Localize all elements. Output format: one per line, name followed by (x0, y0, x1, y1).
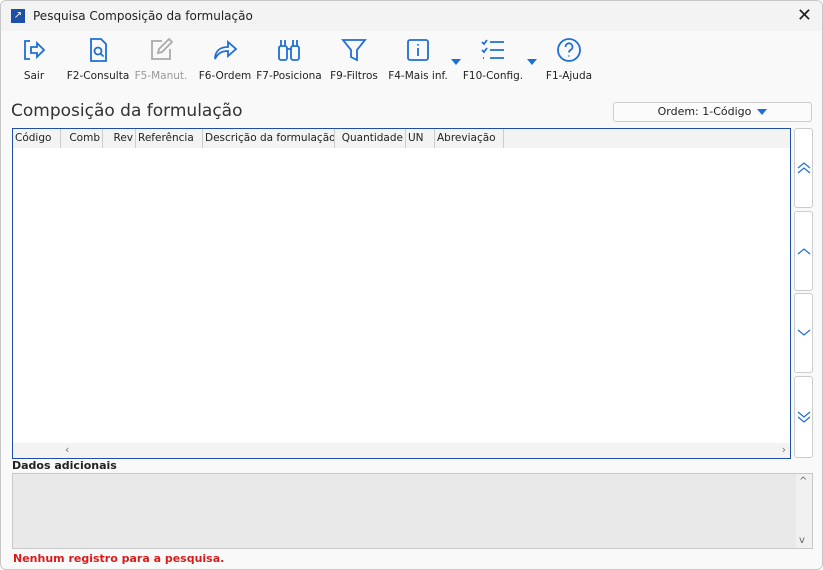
help-icon (557, 38, 581, 62)
consulta-label: F2-Consulta (66, 70, 130, 82)
posiciona-label: F7-Posiciona (256, 70, 322, 82)
column-header-quantidade[interactable]: Quantidade (335, 129, 406, 148)
exit-button[interactable]: Sair (1, 37, 69, 82)
double-chevron-down-icon (797, 411, 811, 423)
scroll-left-icon[interactable]: ‹ (65, 443, 69, 456)
ordem-label: F6-Ordem (198, 70, 252, 82)
horizontal-scrollbar[interactable]: ‹ › (13, 443, 790, 458)
chevron-up-icon (797, 248, 811, 255)
grid-header: Código Comb Rev Referência Descrição da … (13, 129, 790, 148)
ajuda-label: F1-Ajuda (545, 70, 593, 82)
exit-icon (24, 40, 46, 60)
filtros-button[interactable]: F9-Filtros (319, 37, 389, 82)
chevron-down-icon (757, 109, 768, 115)
column-header-abreviacao[interactable]: Abreviação (435, 129, 504, 148)
first-page-button[interactable] (794, 128, 813, 208)
chevron-down-icon (797, 329, 811, 336)
document-search-icon (90, 38, 107, 62)
details-scrollbar[interactable]: ^ v (796, 474, 812, 548)
column-header-codigo[interactable]: Código (13, 129, 61, 148)
scroll-down-icon[interactable]: v (799, 535, 805, 546)
column-header-comb[interactable]: Comb (61, 129, 103, 148)
mais-inf-button[interactable]: F4-Mais inf. (383, 37, 453, 82)
column-header-un[interactable]: UN (406, 129, 435, 148)
filter-icon (341, 39, 367, 62)
details-label: Dados adicionais (12, 459, 117, 472)
column-header-rev[interactable]: Rev (103, 129, 136, 148)
scroll-up-icon[interactable]: ^ (799, 476, 807, 487)
next-page-button[interactable] (794, 293, 813, 373)
last-page-button[interactable] (794, 376, 813, 458)
column-header-descricao[interactable]: Descrição da formulação (203, 129, 335, 148)
scroll-right-icon[interactable]: › (782, 443, 786, 456)
window-title: Pesquisa Composição da formulação (33, 9, 253, 23)
filtros-label: F9-Filtros (330, 70, 378, 82)
manut-button[interactable]: F5-Manut. (126, 37, 196, 82)
manut-label: F5-Manut. (134, 70, 188, 82)
window: ↗ Pesquisa Composição da formulação ✕ Sa… (0, 0, 823, 570)
forward-arrow-icon (214, 40, 238, 60)
order-select-value: Ordem: 1-Código (657, 105, 752, 118)
column-header-referencia[interactable]: Referência (136, 129, 203, 148)
double-chevron-up-icon (797, 162, 811, 174)
title-bar: ↗ Pesquisa Composição da formulação ✕ (1, 1, 822, 31)
posiciona-button[interactable]: F7-Posiciona (254, 37, 324, 82)
order-select[interactable]: Ordem: 1-Código (613, 102, 812, 122)
close-button[interactable]: ✕ (797, 5, 812, 26)
config-label: F10-Config. (462, 70, 524, 82)
info-icon (407, 39, 429, 61)
binoculars-icon (278, 40, 300, 61)
details-textarea[interactable]: ^ v (12, 473, 813, 549)
page-title: Composição da formulação (11, 101, 243, 121)
previous-page-button[interactable] (794, 211, 813, 291)
status-message: Nenhum registro para a pesquisa. (13, 552, 225, 565)
checklist-icon (481, 39, 504, 59)
ordem-button[interactable]: F6-Ordem (190, 37, 260, 82)
ajuda-button[interactable]: F1-Ajuda (534, 37, 604, 82)
config-button[interactable]: F10-Config. (458, 37, 528, 82)
consulta-button[interactable]: F2-Consulta (63, 37, 133, 82)
app-icon: ↗ (11, 9, 25, 23)
edit-icon (151, 37, 174, 60)
results-grid[interactable]: Código Comb Rev Referência Descrição da … (12, 128, 791, 459)
exit-label: Sair (23, 70, 45, 82)
mais-inf-label: F4-Mais inf. (388, 70, 448, 82)
